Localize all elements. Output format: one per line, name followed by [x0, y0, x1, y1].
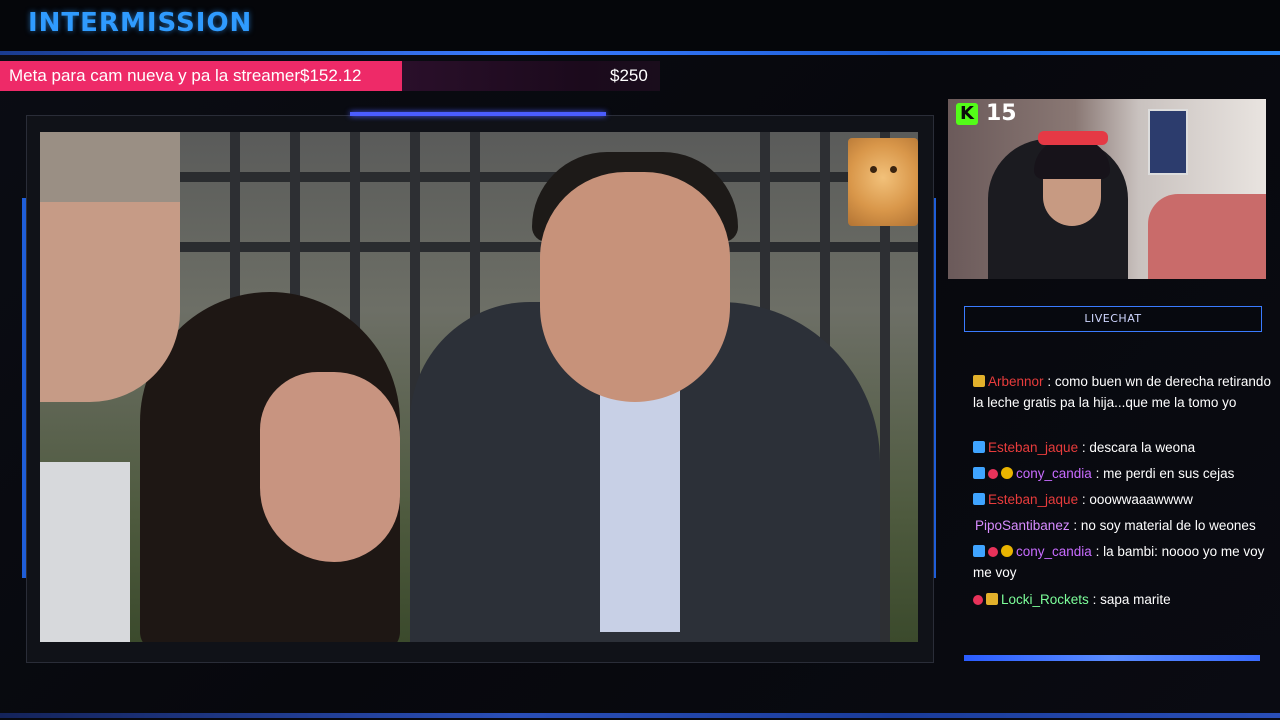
frame-top-accent	[350, 112, 606, 116]
chat-message: cony_candia : la bambi: noooo yo me voy …	[973, 541, 1273, 583]
man-shirt	[600, 382, 680, 632]
heart-badge-icon	[988, 469, 998, 479]
chat-text: : ooowwaaawwww	[1081, 492, 1193, 507]
chat-panel[interactable]: Arbennor : como buen wn de derecha retir…	[964, 333, 1274, 658]
heart-badge-icon	[988, 547, 998, 557]
top-header: INTERMISSION	[0, 0, 1280, 52]
wall-poster	[1148, 109, 1188, 175]
chat-username[interactable]: Locki_Rockets	[1001, 592, 1089, 607]
webcam-feed	[948, 99, 1266, 279]
man-face	[540, 172, 730, 402]
flower-crown	[1038, 131, 1108, 145]
chat-username[interactable]: PipoSantibanez	[975, 518, 1070, 533]
donation-goal-bar: Meta para cam nueva y pa la streamer$152…	[0, 61, 660, 91]
cat-eye	[870, 166, 877, 173]
cat-sticker-image	[848, 138, 918, 226]
cat-eye	[890, 166, 897, 173]
main-video[interactable]	[40, 132, 918, 642]
woman-face	[260, 372, 400, 562]
chat-text: : no soy material de lo weones	[1073, 518, 1256, 533]
goal-target: $250	[610, 66, 648, 85]
chat-message: Arbennor : como buen wn de derecha retir…	[973, 371, 1273, 413]
scene-title: INTERMISSION	[28, 8, 253, 38]
livechat-header: LIVECHAT	[964, 306, 1262, 332]
left-man-shirt	[40, 462, 130, 642]
heart-badge-icon	[973, 595, 983, 605]
chat-username[interactable]: cony_candia	[1016, 544, 1092, 559]
pink-chair	[1148, 194, 1266, 279]
subscriber-badge-icon	[973, 375, 985, 387]
bits-badge-icon	[1001, 545, 1013, 557]
subscriber-badge-icon	[986, 593, 998, 605]
prime-badge-icon	[973, 545, 985, 557]
chat-username[interactable]: Esteban_jaque	[988, 492, 1078, 507]
prime-badge-icon	[973, 467, 985, 479]
goal-label: Meta para cam nueva y pa la streamer$152…	[9, 66, 362, 85]
chat-message: PipoSantibanez : no soy material de lo w…	[973, 515, 1273, 536]
chat-bottom-accent	[964, 655, 1260, 661]
viewer-count: 15	[986, 101, 1017, 126]
chat-text: : sapa marite	[1092, 592, 1171, 607]
header-divider	[0, 51, 1280, 55]
chat-message: Esteban_jaque : ooowwaaawwww	[973, 489, 1273, 510]
prime-badge-icon	[973, 493, 985, 505]
prime-badge-icon	[973, 441, 985, 453]
chat-message: Locki_Rockets : sapa marite	[973, 589, 1273, 610]
bits-badge-icon	[1001, 467, 1013, 479]
chat-message: cony_candia : me perdi en sus cejas	[973, 463, 1273, 484]
streamer-hair	[1034, 139, 1110, 179]
chat-text: : me perdi en sus cejas	[1095, 466, 1235, 481]
chat-username[interactable]: Arbennor	[988, 374, 1044, 389]
chat-username[interactable]: cony_candia	[1016, 466, 1092, 481]
chat-text: : descara la weona	[1081, 440, 1196, 455]
chat-username[interactable]: Esteban_jaque	[988, 440, 1078, 455]
kick-logo-icon: K	[956, 103, 978, 125]
chat-message: Esteban_jaque : descara la weona	[973, 437, 1273, 458]
bottom-divider	[0, 713, 1280, 718]
left-man-hair	[40, 132, 180, 202]
